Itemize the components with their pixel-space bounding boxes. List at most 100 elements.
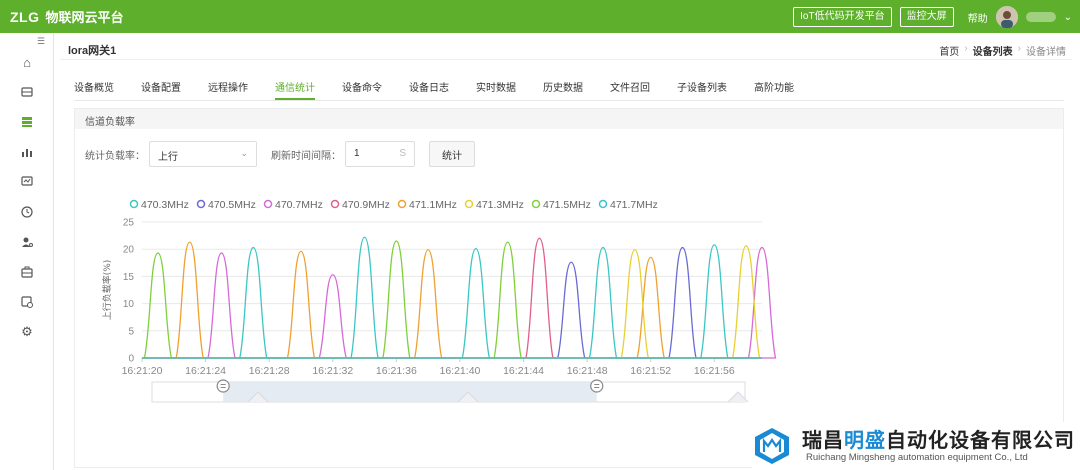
y-tick-label: 10 — [123, 299, 135, 310]
watermark: 瑞昌明盛自动化设备有限公司 Ruichang Mingsheng automat… — [752, 422, 1080, 470]
tab-3[interactable]: 通信统计 — [275, 76, 315, 100]
bar-chart-icon[interactable] — [18, 143, 36, 161]
x-tick-label: 16:21:20 — [122, 365, 163, 377]
y-tick-label: 25 — [123, 218, 135, 229]
chevron-down-icon[interactable]: ⌄ — [1064, 12, 1072, 23]
chevron-down-icon: ⌄ — [240, 148, 248, 158]
legend-label: 471.7MHz — [610, 199, 658, 211]
toolbox-icon[interactable] — [18, 263, 36, 281]
tab-0[interactable]: 设备概览 — [74, 76, 114, 100]
firmware-icon[interactable] — [18, 293, 36, 311]
tab-1[interactable]: 设备配置 — [141, 76, 181, 100]
page-title: lora网关1 — [68, 45, 117, 57]
zoom-handle-left[interactable] — [216, 379, 230, 393]
series-line-4 — [142, 241, 762, 359]
tab-5[interactable]: 设备日志 — [409, 76, 449, 100]
zoom-selected-range — [223, 382, 597, 402]
gateway-icon[interactable] — [18, 113, 36, 131]
tab-6[interactable]: 实时数据 — [476, 76, 516, 100]
legend-marker — [129, 199, 139, 209]
legend-label: 470.9MHz — [342, 199, 390, 211]
monitor-icon[interactable] — [18, 173, 36, 191]
load-type-label: 统计负载率： — [85, 150, 145, 162]
legend-item[interactable]: 471.5MHz — [531, 199, 591, 211]
legend-marker — [196, 199, 206, 209]
zlg-logo: ZLG — [10, 8, 40, 25]
device-icon[interactable] — [18, 83, 36, 101]
company-name-cn: 瑞昌明盛自动化设备有限公司 — [802, 430, 1075, 452]
series-line-1 — [142, 246, 762, 359]
series-line-3 — [142, 237, 762, 359]
refresh-interval-value: 1 — [354, 148, 360, 159]
breadcrumb-separator-icon: › — [964, 43, 968, 54]
tab-8[interactable]: 文件召回 — [610, 76, 650, 100]
breadcrumb: 首页 › 设备列表 › 设备详情 — [939, 43, 1066, 58]
tab-4[interactable]: 设备命令 — [342, 76, 382, 100]
tab-10[interactable]: 高阶功能 — [754, 76, 794, 100]
load-type-value: 上行 — [158, 152, 178, 163]
top-bar: ZLG 物联网云平台 IoT低代码开发平台 监控大屏 帮助 ⌄ — [0, 0, 1080, 33]
tab-7[interactable]: 历史数据 — [543, 76, 583, 100]
x-tick-label: 16:21:24 — [185, 365, 226, 377]
legend-item[interactable]: 470.9MHz — [330, 199, 390, 211]
legend-label: 470.3MHz — [141, 199, 189, 211]
legend-label: 471.5MHz — [543, 199, 591, 211]
monitor-screen-button[interactable]: 监控大屏 — [899, 7, 954, 27]
user-avatar-icon — [995, 6, 1018, 28]
refresh-interval-input[interactable]: 1 S — [345, 141, 415, 167]
load-type-select[interactable]: 上行 ⌄ — [149, 141, 257, 167]
refresh-unit: S — [399, 148, 406, 159]
series-line-0 — [142, 236, 762, 359]
legend-marker — [263, 199, 273, 209]
legend-item[interactable]: 470.7MHz — [263, 199, 323, 211]
breadcrumb-device-list[interactable]: 设备列表 — [973, 43, 1013, 58]
y-tick-label: 5 — [128, 326, 134, 337]
y-axis-label: 上行负载率(%) — [101, 260, 113, 321]
series-line-6 — [142, 240, 762, 359]
collapse-menu-icon[interactable]: ☰ — [37, 36, 45, 47]
y-tick-label: 0 — [128, 354, 134, 365]
avatar[interactable] — [995, 6, 1018, 28]
username-blurred[interactable] — [1025, 12, 1056, 22]
home-icon[interactable]: ⌂ — [18, 53, 36, 71]
x-tick-label: 16:21:28 — [249, 365, 290, 377]
company-logo-icon — [755, 428, 789, 464]
platform-title: 物联网云平台 — [45, 10, 124, 25]
gear-icon[interactable]: ⚙ — [18, 323, 36, 341]
legend-label: 471.3MHz — [476, 199, 524, 211]
x-tick-label: 16:21:44 — [503, 365, 544, 377]
stat-button[interactable]: 统计 — [429, 141, 475, 167]
x-tick-label: 16:21:36 — [376, 365, 417, 377]
help-link[interactable]: 帮助 — [968, 10, 988, 25]
legend-label: 470.7MHz — [275, 199, 323, 211]
series-line-5 — [142, 245, 762, 359]
x-tick-label: 16:21:52 — [630, 365, 671, 377]
legend-item[interactable]: 471.1MHz — [397, 199, 457, 211]
x-tick-label: 16:21:40 — [440, 365, 481, 377]
legend-item[interactable]: 471.3MHz — [464, 199, 524, 211]
refresh-interval-label: 刷新时间间隔： — [271, 150, 341, 162]
legend-marker — [464, 199, 474, 209]
legend-marker — [397, 199, 407, 209]
legend-marker — [531, 199, 541, 209]
lowcode-platform-button[interactable]: IoT低代码开发平台 — [793, 7, 892, 27]
zoom-handle-right[interactable] — [590, 379, 604, 393]
clock-icon[interactable] — [18, 203, 36, 221]
x-tick-label: 16:21:32 — [312, 365, 353, 377]
brand[interactable]: ZLG 物联网云平台 — [10, 7, 124, 26]
legend-label: 470.5MHz — [208, 199, 256, 211]
tab-9[interactable]: 子设备列表 — [677, 76, 727, 100]
legend-item[interactable]: 470.3MHz — [129, 199, 189, 211]
x-tick-label: 16:21:56 — [694, 365, 735, 377]
breadcrumb-device-detail: 设备详情 — [1026, 47, 1066, 58]
tab-bar: 设备概览 设备配置 远程操作 通信统计 设备命令 设备日志 实时数据 历史数据 文件召回 子设备列… — [74, 76, 821, 100]
legend-item[interactable]: 471.7MHz — [598, 199, 658, 211]
y-tick-label: 20 — [123, 245, 135, 256]
breadcrumb-home[interactable]: 首页 — [939, 43, 959, 58]
user-settings-icon[interactable] — [18, 233, 36, 251]
breadcrumb-separator-icon: › — [1017, 43, 1021, 54]
company-name-en: Ruichang Mingsheng automation equipment … — [806, 452, 1028, 463]
legend-marker — [330, 199, 340, 209]
legend-item[interactable]: 470.5MHz — [196, 199, 256, 211]
tab-2[interactable]: 远程操作 — [208, 76, 248, 100]
